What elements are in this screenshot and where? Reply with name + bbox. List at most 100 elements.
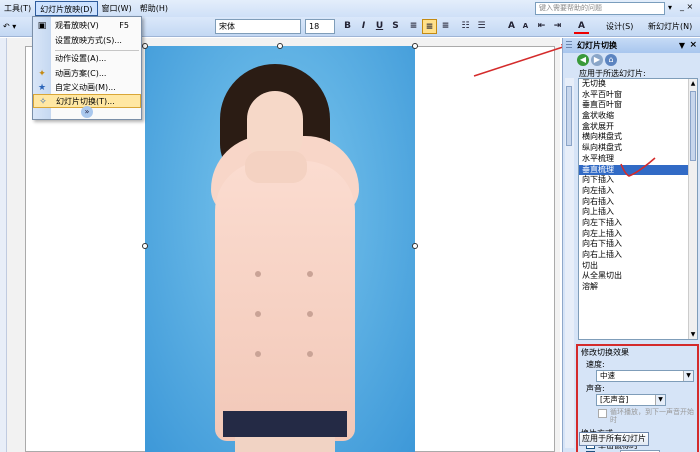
back-icon[interactable]: ◀ bbox=[577, 54, 589, 66]
loop-sound-label: 循环播放，到下一声音开始时 bbox=[610, 408, 694, 424]
transition-item[interactable]: 向右下插入 bbox=[579, 239, 697, 250]
person-hands bbox=[245, 151, 307, 183]
increase-indent-icon[interactable]: ⇥ bbox=[550, 19, 565, 34]
scrollbar-thumb[interactable] bbox=[690, 91, 696, 161]
pane-scrollbar[interactable] bbox=[565, 78, 574, 448]
coat-button bbox=[255, 271, 261, 277]
transition-item[interactable]: 盒状展开 bbox=[579, 122, 697, 133]
expand-menu-icon[interactable]: » bbox=[81, 106, 93, 118]
resize-handle-e[interactable] bbox=[412, 243, 418, 249]
sound-select[interactable]: [无声音] ▼ bbox=[596, 394, 666, 406]
pink-coat bbox=[215, 161, 355, 441]
menu-item-action-settings[interactable]: 动作设置(A)... bbox=[33, 52, 141, 66]
slideshow-menu: ▣ 观看放映(V) F5 设置放映方式(S)... 动作设置(A)... ✦ 动… bbox=[32, 16, 142, 120]
apply-to-all-button[interactable]: 应用于所有幻灯片 bbox=[579, 432, 649, 446]
transition-item[interactable]: 无切换 bbox=[579, 79, 697, 90]
annotation-checkmark bbox=[620, 157, 656, 177]
transition-item[interactable]: 向上插入 bbox=[579, 207, 697, 218]
menu-item-label: 观看放映(V) bbox=[55, 21, 99, 30]
shadow-button[interactable]: S bbox=[388, 19, 403, 34]
resize-handle-w[interactable] bbox=[142, 243, 148, 249]
transition-item[interactable]: 垂直百叶窗 bbox=[579, 100, 697, 111]
menu-window[interactable]: 窗口(W) bbox=[98, 1, 136, 16]
window-controls[interactable]: _ × bbox=[680, 2, 693, 11]
coat-button bbox=[255, 311, 261, 317]
home-icon[interactable]: ⌂ bbox=[605, 54, 617, 66]
undo-icon[interactable]: ↶ ▾ bbox=[3, 20, 16, 33]
sound-value: [无声音] bbox=[600, 395, 629, 404]
scroll-up-icon[interactable]: ▲ bbox=[689, 79, 697, 88]
loop-sound-checkbox[interactable] bbox=[598, 409, 607, 418]
scroll-down-icon[interactable]: ▼ bbox=[689, 330, 697, 339]
transition-item[interactable]: 溶解 bbox=[579, 282, 697, 293]
resize-handle-ne[interactable] bbox=[412, 43, 418, 49]
font-name-select[interactable]: 宋体 bbox=[215, 19, 301, 34]
list-scrollbar[interactable]: ▲ ▼ bbox=[688, 79, 697, 339]
align-left-icon[interactable]: ≡ bbox=[406, 19, 421, 34]
slide-photo[interactable] bbox=[145, 46, 415, 452]
speed-value: 中速 bbox=[600, 371, 615, 380]
close-icon[interactable]: × bbox=[689, 38, 697, 53]
help-dropdown-icon[interactable]: ▾ bbox=[668, 3, 672, 12]
decrease-indent-icon[interactable]: ⇤ bbox=[534, 19, 549, 34]
menu-tools[interactable]: 工具(T) bbox=[0, 1, 35, 16]
transition-item[interactable]: 向左下插入 bbox=[579, 218, 697, 229]
italic-button[interactable]: I bbox=[356, 19, 371, 34]
menu-slideshow[interactable]: 幻灯片放映(D) bbox=[35, 1, 98, 16]
transition-item[interactable]: 从全黑切出 bbox=[579, 271, 697, 282]
grow-font-icon[interactable]: A bbox=[504, 19, 519, 34]
underline-button[interactable]: U bbox=[372, 19, 387, 34]
font-color-button[interactable]: A bbox=[574, 19, 589, 34]
transition-item[interactable]: 水平百叶窗 bbox=[579, 90, 697, 101]
vertical-ruler bbox=[0, 38, 7, 452]
transition-item[interactable]: 横向棋盘式 bbox=[579, 132, 697, 143]
pane-title: 幻灯片切换 bbox=[577, 41, 617, 50]
menu-item-view-show[interactable]: ▣ 观看放映(V) F5 bbox=[33, 19, 141, 33]
menu-help[interactable]: 帮助(H) bbox=[136, 1, 172, 16]
speed-label: 速度: bbox=[586, 360, 605, 369]
coat-button bbox=[255, 351, 261, 357]
menu-item-label: 幻灯片切换(T)... bbox=[56, 97, 115, 106]
forward-icon[interactable]: ▶ bbox=[591, 54, 603, 66]
font-size-select[interactable]: 18 bbox=[305, 19, 335, 34]
bold-button[interactable]: B bbox=[340, 19, 355, 34]
modify-transition-title: 修改切换效果 bbox=[581, 348, 629, 357]
slide-transition-pane: 幻灯片切换 ▼ × ◀ ▶ ⌂ 应用于所选幻灯片: 无切换 水平百叶窗 垂直百叶窗盒… bbox=[562, 38, 700, 452]
transition-item[interactable]: 盒状收缩 bbox=[579, 111, 697, 122]
bullet-list-icon[interactable]: ☰ bbox=[474, 19, 489, 34]
menu-bar: 工具(T) 幻灯片放映(D) 窗口(W) 帮助(H) 键入需要帮助的问题 ▾ _… bbox=[0, 0, 700, 17]
help-search-input[interactable]: 键入需要帮助的问题 bbox=[535, 2, 665, 15]
scrollbar-thumb[interactable] bbox=[566, 86, 572, 146]
design-button[interactable]: 设计(S) bbox=[606, 20, 633, 33]
menu-item-custom-animation[interactable]: ★ 自定义动画(M)... bbox=[33, 81, 141, 95]
transition-item[interactable]: 向右插入 bbox=[579, 197, 697, 208]
pane-menu-icon[interactable]: ▼ bbox=[679, 38, 685, 53]
coat-button bbox=[307, 271, 313, 277]
transition-item[interactable]: 向左上插入 bbox=[579, 229, 697, 240]
annotation-arrow bbox=[473, 44, 570, 77]
chevron-down-icon[interactable]: ▼ bbox=[655, 395, 665, 405]
transition-item[interactable]: 向左插入 bbox=[579, 186, 697, 197]
coat-button bbox=[307, 311, 313, 317]
transition-item[interactable]: 切出 bbox=[579, 261, 697, 272]
transition-list[interactable]: 无切换 水平百叶窗 垂直百叶窗 盒状收缩 盒状展开 横向棋盘式 纵向棋盘式 水平梳理 垂直梳理向… bbox=[578, 78, 698, 340]
transition-item[interactable]: 向右上插入 bbox=[579, 250, 697, 261]
shrink-font-icon[interactable]: A bbox=[518, 19, 533, 34]
speed-select[interactable]: 中速 ▼ bbox=[596, 370, 694, 382]
transition-item[interactable]: 纵向棋盘式 bbox=[579, 143, 697, 154]
menu-item-setup-show[interactable]: 设置放映方式(S)... bbox=[33, 34, 141, 48]
new-slide-button[interactable]: 新幻灯片(N) bbox=[648, 20, 692, 33]
align-center-icon[interactable]: ≡ bbox=[422, 19, 437, 34]
slideshow-icon: ▣ bbox=[37, 21, 47, 31]
custom-animation-icon: ★ bbox=[37, 83, 47, 93]
sound-label: 声音: bbox=[586, 384, 605, 393]
align-right-icon[interactable]: ≡ bbox=[438, 19, 453, 34]
grip-icon[interactable] bbox=[566, 41, 572, 50]
chevron-down-icon[interactable]: ▼ bbox=[683, 371, 693, 381]
numbered-list-icon[interactable]: ☷ bbox=[458, 19, 473, 34]
menu-item-label: 设置放映方式(S)... bbox=[55, 36, 122, 45]
menu-item-animation-schemes[interactable]: ✦ 动画方案(C)... bbox=[33, 67, 141, 81]
resize-handle-nw[interactable] bbox=[142, 43, 148, 49]
coat-button bbox=[307, 351, 313, 357]
resize-handle-n[interactable] bbox=[277, 43, 283, 49]
